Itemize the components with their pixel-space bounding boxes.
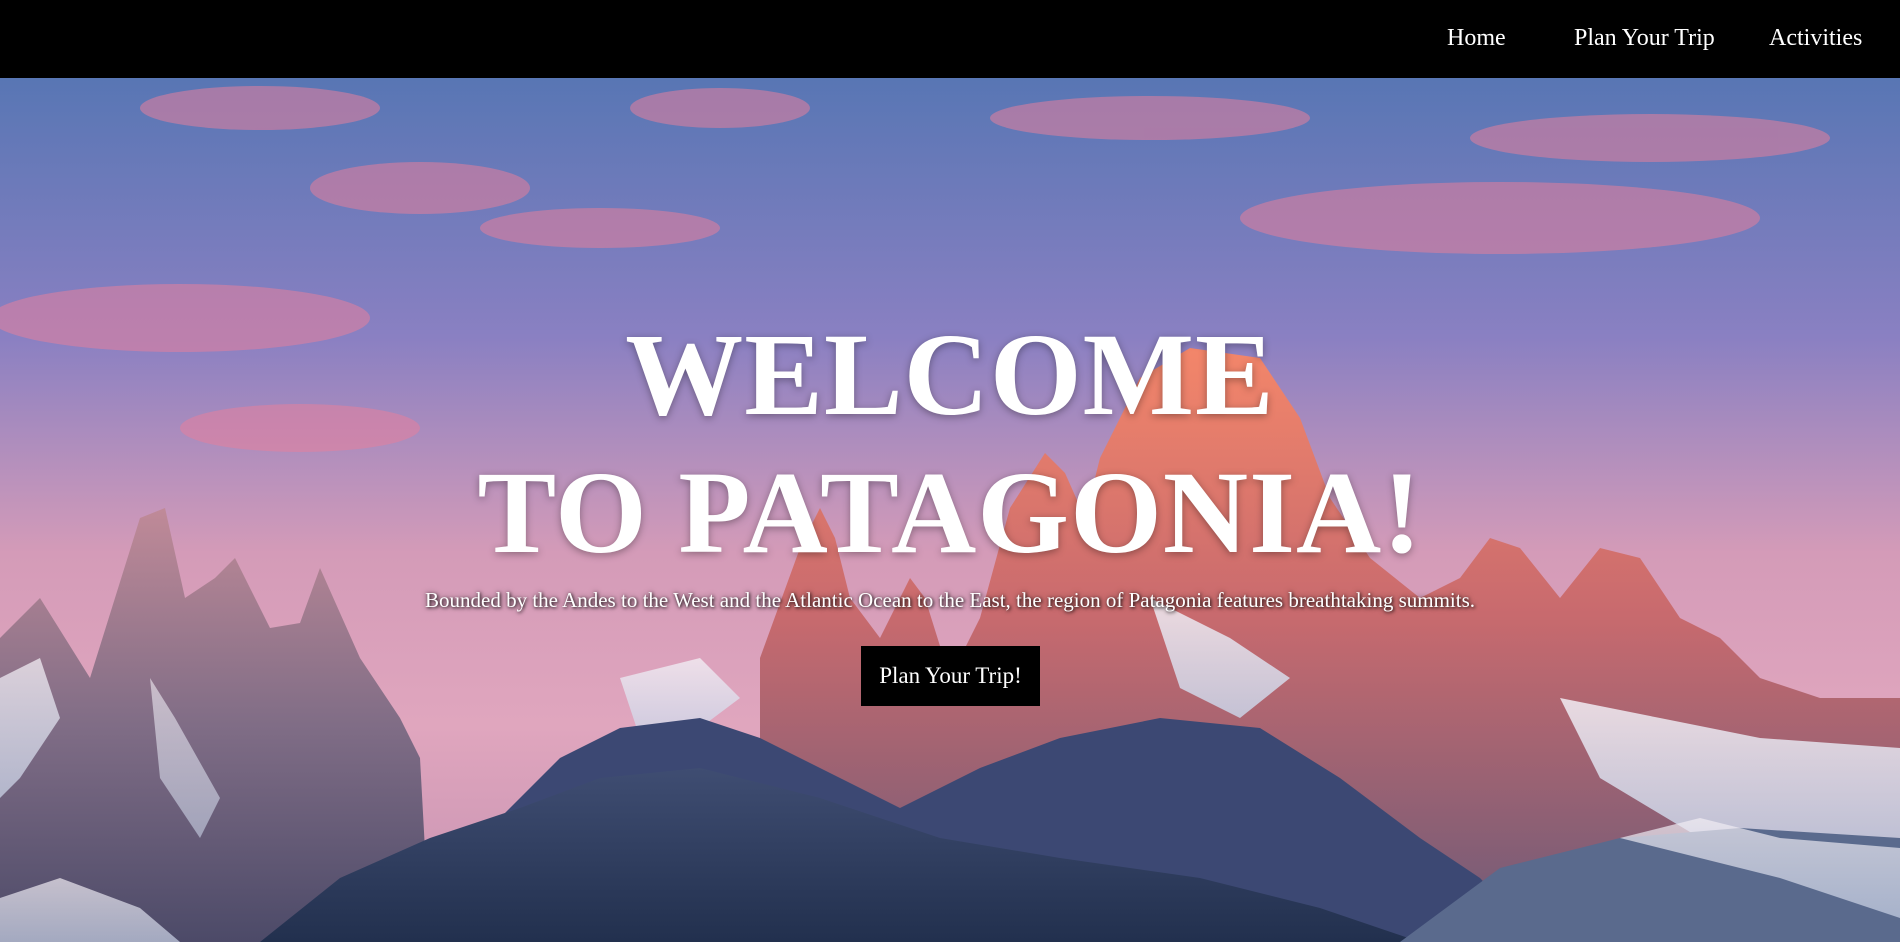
nav-activities-link[interactable]: Activities [1769, 0, 1862, 78]
nav-plan-your-trip-link[interactable]: Plan Your Trip [1574, 0, 1715, 78]
hero-subtitle: Bounded by the Andes to the West and the… [425, 588, 1475, 612]
nav-home-link[interactable]: Home [1447, 0, 1506, 78]
hero-section: WELCOME TO PATAGONIA! Bounded by the And… [0, 78, 1900, 942]
top-navbar: Home Plan Your Trip Activities [0, 0, 1900, 78]
hero-title-line-2: TO PATAGONIA! [477, 447, 1423, 578]
hero-title-line-1: WELCOME [625, 309, 1275, 440]
hero-title: WELCOME TO PATAGONIA! [0, 306, 1900, 582]
plan-your-trip-button[interactable]: Plan Your Trip! [861, 646, 1040, 706]
hero-content: WELCOME TO PATAGONIA! Bounded by the And… [0, 78, 1900, 942]
